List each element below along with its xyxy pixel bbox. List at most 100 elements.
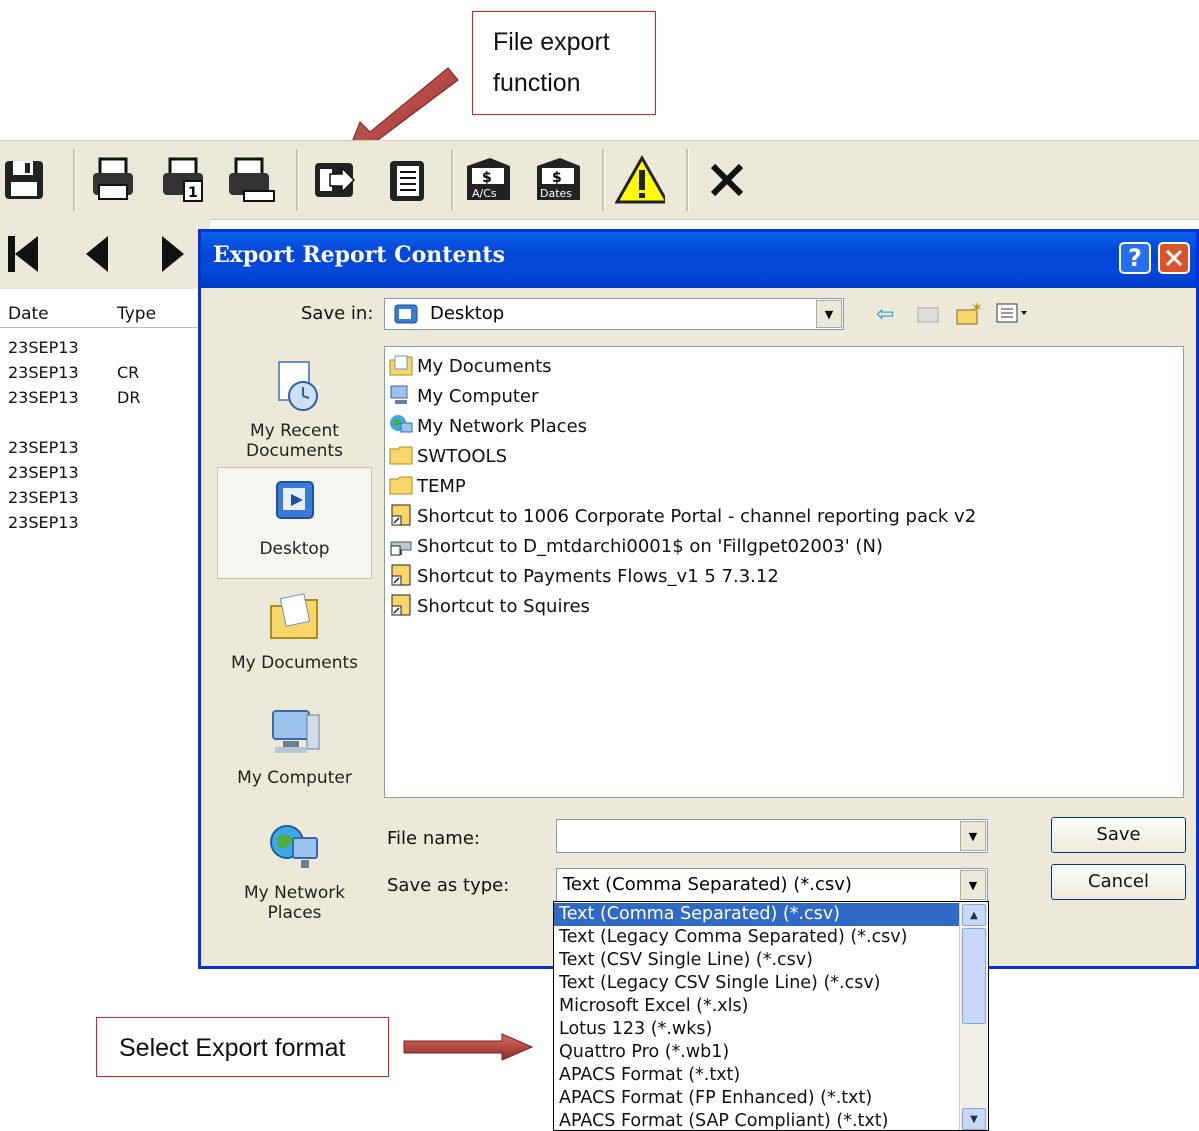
file-name-label: File name: <box>387 828 480 849</box>
chevron-down-icon[interactable]: ▼ <box>960 870 986 900</box>
save-in-value: Desktop <box>430 303 505 324</box>
dialog-titlebar[interactable]: Export Report Contents ? <box>201 232 1196 288</box>
new-folder-icon[interactable]: ✶ <box>955 300 983 330</box>
dropdown-scrollbar[interactable]: ▲ ▼ <box>959 902 988 1130</box>
main-toolbar: 1 $ A/Cs $ Dates <box>0 140 1199 220</box>
print-one-icon[interactable]: 1 <box>158 155 208 205</box>
option-item[interactable]: APACS Format (*.txt) <box>554 1064 960 1087</box>
option-item[interactable]: APACS Format (FP Enhanced) (*.txt) <box>554 1087 960 1110</box>
place-label: Desktop <box>259 539 330 559</box>
cancel-button[interactable]: Cancel <box>1051 864 1186 900</box>
file-name: Shortcut to D_mtdarchi0001$ on 'Fillgpet… <box>417 536 883 557</box>
list-item[interactable]: TEMP <box>389 473 466 501</box>
previous-page-icon[interactable] <box>76 231 120 277</box>
place-my-recent-documents[interactable]: My Recent Documents <box>217 350 372 462</box>
scroll-down-icon[interactable]: ▼ <box>962 1108 986 1130</box>
callout-text-line2: function <box>493 69 581 97</box>
scroll-thumb[interactable] <box>962 928 986 1024</box>
file-name: My Network Places <box>417 416 588 437</box>
save-as-type-label: Save as type: <box>387 875 510 896</box>
place-label: My Recent <box>250 421 339 441</box>
file-name: TEMP <box>417 476 466 497</box>
list-item[interactable]: My Computer <box>389 383 538 411</box>
svg-text:1: 1 <box>188 185 198 201</box>
navigation-bar <box>0 219 210 289</box>
dates-label: Dates <box>540 187 572 200</box>
network-drive-shortcut-icon <box>390 541 412 556</box>
list-item[interactable]: My Network Places <box>389 413 587 441</box>
save-icon[interactable] <box>0 155 50 205</box>
save-button[interactable]: Save <box>1051 817 1186 853</box>
save-as-type-dropdown[interactable]: Text (Comma Separated) (*.csv) ▼ <box>556 868 988 902</box>
my-computer-icon <box>271 710 319 753</box>
shortcut-icon <box>391 594 411 616</box>
list-item[interactable]: SWTOOLS <box>389 443 507 471</box>
option-item[interactable]: Text (CSV Single Line) (*.csv) <box>554 949 960 972</box>
list-item[interactable]: Shortcut to D_mtdarchi0001$ on 'Fillgpet… <box>389 533 883 561</box>
place-desktop[interactable]: Desktop <box>217 467 372 579</box>
shortcut-icon <box>391 504 411 526</box>
export-format-callout: Select Export format <box>96 1017 389 1077</box>
list-item[interactable]: Shortcut to Squires <box>389 593 590 621</box>
list-item[interactable]: Shortcut to 1006 Corporate Portal - chan… <box>389 503 976 531</box>
my-computer-icon <box>390 385 408 404</box>
save-in-label: Save in: <box>301 303 374 324</box>
callout-text: Select Export format <box>119 1034 346 1062</box>
option-item[interactable]: Text (Legacy CSV Single Line) (*.csv) <box>554 972 960 995</box>
save-as-type-options[interactable]: Text (Comma Separated) (*.csv) Text (Leg… <box>553 901 989 1131</box>
file-name-field[interactable]: ▼ <box>556 819 988 853</box>
option-item[interactable]: APACS Format (SAP Compliant) (*.txt) <box>554 1110 960 1130</box>
chevron-down-icon[interactable]: ▼ <box>960 821 986 851</box>
list-item[interactable]: My Documents <box>389 353 552 381</box>
svg-text:$: $ <box>482 170 492 186</box>
help-icon: ? <box>1128 244 1142 272</box>
views-menu-icon[interactable] <box>995 302 1031 330</box>
help-button[interactable]: ? <box>1119 242 1151 274</box>
close-icon[interactable] <box>702 155 752 205</box>
row-date: 23SEP13 <box>8 488 79 507</box>
option-item[interactable]: Text (Comma Separated) (*.csv) <box>554 903 960 926</box>
list-item[interactable]: Shortcut to Payments Flows_v1 5 7.3.12 <box>389 563 779 591</box>
file-list[interactable]: My Documents My Computer My Network Plac… <box>384 346 1184 798</box>
warning-icon[interactable] <box>615 155 665 205</box>
option-item[interactable]: Microsoft Excel (*.xls) <box>554 995 960 1018</box>
close-button[interactable] <box>1158 242 1190 274</box>
place-label: Places <box>267 903 322 923</box>
print-preview-icon[interactable] <box>226 155 276 205</box>
next-page-icon[interactable] <box>150 231 194 277</box>
file-name: Shortcut to 1006 Corporate Portal - chan… <box>417 506 977 527</box>
up-folder-icon[interactable] <box>916 302 940 330</box>
scroll-up-icon[interactable]: ▲ <box>962 904 986 926</box>
report-table: Date Type 23SEP13 23SEP13 CR 23SEP13 DR … <box>0 289 210 989</box>
row-date: 23SEP13 <box>8 363 79 382</box>
back-icon[interactable]: ⇦ <box>876 302 894 327</box>
export-icon[interactable] <box>310 155 360 205</box>
place-label: Documents <box>246 441 343 461</box>
accounts-icon[interactable]: $ A/Cs <box>464 155 514 205</box>
dates-icon[interactable]: $ Dates <box>534 155 584 205</box>
option-item[interactable]: Lotus 123 (*.wks) <box>554 1018 960 1041</box>
my-documents-icon <box>389 355 413 376</box>
svg-text:$: $ <box>552 170 562 186</box>
places-bar: My Recent Documents Desktop My Documents… <box>217 350 372 950</box>
chevron-down-icon[interactable]: ▼ <box>816 300 842 328</box>
row-type: CR <box>117 363 140 382</box>
row-date: 23SEP13 <box>8 388 79 407</box>
column-header-type: Type <box>117 304 157 324</box>
place-my-computer[interactable]: My Computer <box>217 697 372 809</box>
option-item[interactable]: Text (Legacy Comma Separated) (*.csv) <box>554 926 960 949</box>
first-page-icon[interactable] <box>0 231 44 277</box>
network-places-icon <box>269 825 318 868</box>
print-icon[interactable] <box>88 155 138 205</box>
shortcut-icon <box>391 564 411 586</box>
option-item[interactable]: Quattro Pro (*.wb1) <box>554 1041 960 1064</box>
place-my-network-places[interactable]: My Network Places <box>217 812 372 924</box>
place-my-documents[interactable]: My Documents <box>217 582 372 694</box>
copy-icon[interactable] <box>382 155 432 205</box>
save-in-dropdown[interactable]: Desktop ▼ <box>384 298 844 330</box>
place-label: My Documents <box>230 653 359 673</box>
row-date: 23SEP13 <box>8 338 79 357</box>
svg-text:✶: ✶ <box>971 300 983 316</box>
file-name: My Documents <box>417 356 552 377</box>
place-label: My Computer <box>237 768 352 788</box>
